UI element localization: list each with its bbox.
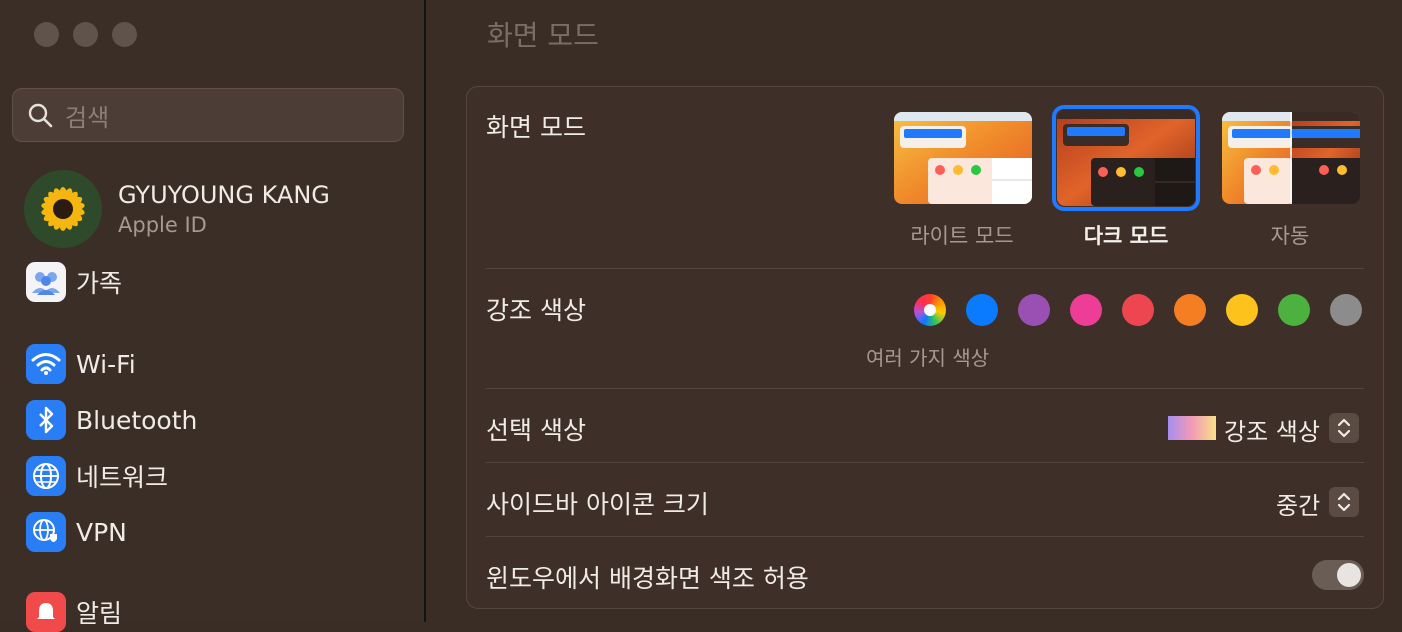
light-mode-thumbnail[interactable] [894,112,1032,204]
avatar [24,170,102,248]
sidebar-item-family[interactable]: 가족 [26,262,122,302]
apple-id-profile[interactable]: GYUYOUNG KANG Apple ID [24,170,330,248]
accent-graphite-swatch[interactable] [1330,294,1362,326]
window-controls [34,22,137,47]
bell-icon [26,592,66,632]
row-divider [486,388,1364,389]
vpn-globe-shield-icon [26,512,66,552]
wallpaper-tint-toggle[interactable] [1312,560,1364,590]
row-divider [486,536,1364,537]
chevron-updown-icon [1337,492,1351,512]
accent-red-swatch[interactable] [1122,294,1154,326]
sidebar-item-label: Wi-Fi [76,349,136,379]
sidebar-item-network[interactable]: 네트워크 [26,456,168,496]
highlight-color-value[interactable]: 강조 색상 [1224,412,1320,447]
sidebar-item-vpn[interactable]: VPN [26,512,127,552]
family-icon [26,262,66,302]
accent-pink-swatch[interactable] [1070,294,1102,326]
accent-green-swatch[interactable] [1278,294,1310,326]
sidebar-icon-size-label: 사이드바 아이콘 크기 [486,490,709,519]
accent-blue-swatch[interactable] [966,294,998,326]
sidebar-icon-size-popup-button[interactable] [1329,487,1359,517]
accent-purple-swatch[interactable] [1018,294,1050,326]
sidebar: 검색 GYUYOUNG KANG Apple ID 가족 Wi-Fi Bluet… [0,0,424,632]
globe-icon [26,456,66,496]
search-icon [28,103,53,128]
accent-yellow-swatch[interactable] [1226,294,1258,326]
toggle-knob [1337,563,1361,587]
sidebar-item-label: 알림 [76,599,123,628]
bluetooth-icon [26,400,66,440]
auto-mode-thumbnail[interactable] [1222,112,1360,204]
sidebar-divider [424,0,426,622]
highlight-color-label: 선택 색상 [486,416,586,445]
search-input[interactable]: 검색 [65,98,109,133]
search-field[interactable]: 검색 [12,88,404,142]
sunflower-avatar-icon [24,170,102,248]
appearance-label: 화면 모드 [486,113,586,142]
sidebar-item-notifications[interactable]: 알림 [26,592,122,632]
light-mode-label: 라이트 모드 [910,224,1014,248]
auto-mode-label: 자동 [1270,224,1310,248]
row-divider [486,462,1364,463]
row-divider [486,268,1364,269]
zoom-window-button[interactable] [112,22,137,47]
sidebar-item-label: Bluetooth [76,405,198,435]
dark-mode-label: 다크 모드 [1083,224,1169,248]
accent-multicolor-swatch[interactable] [914,294,946,326]
sidebar-item-wifi[interactable]: Wi-Fi [26,344,136,384]
highlight-color-preview [1168,416,1216,440]
accent-orange-swatch[interactable] [1174,294,1206,326]
page-title: 화면 모드 [487,19,599,52]
minimize-window-button[interactable] [73,22,98,47]
profile-name: GYUYOUNG KANG [118,181,330,209]
close-window-button[interactable] [34,22,59,47]
sidebar-item-label: 네트워크 [76,463,169,492]
sidebar-item-label: VPN [76,517,127,547]
dark-mode-thumbnail[interactable] [1057,110,1195,206]
accent-color-label: 강조 색상 [486,296,586,325]
highlight-color-popup-button[interactable] [1329,413,1359,443]
sidebar-icon-size-value[interactable]: 중간 [1276,486,1320,521]
wifi-icon [26,344,66,384]
chevron-updown-icon [1337,418,1351,438]
profile-subtitle: Apple ID [118,213,207,237]
wallpaper-tint-label: 윈도우에서 배경화면 색조 허용 [486,564,809,593]
accent-selected-caption: 여러 가지 색상 [866,346,990,370]
sidebar-item-bluetooth[interactable]: Bluetooth [26,400,197,440]
sidebar-item-label: 가족 [76,269,123,298]
